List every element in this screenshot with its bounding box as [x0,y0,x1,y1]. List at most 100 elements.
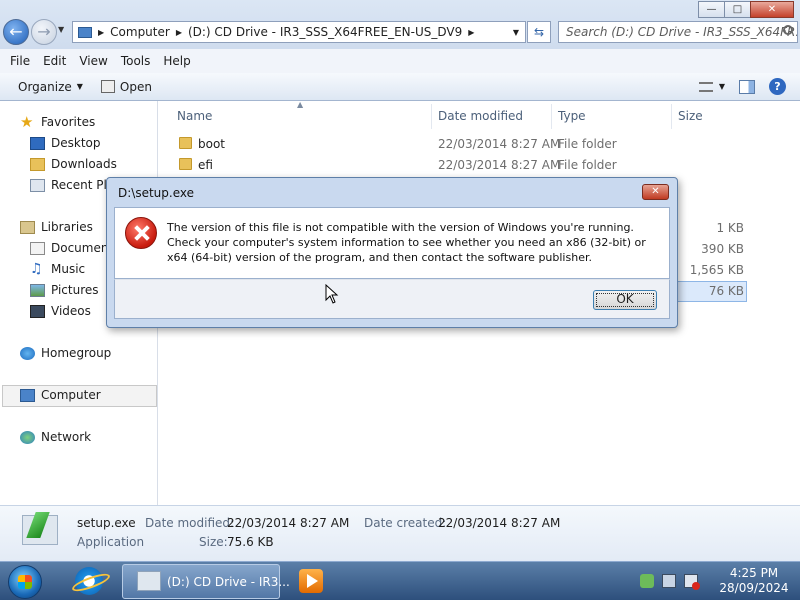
menu-tools[interactable]: Tools [121,54,151,68]
documents-icon [30,241,45,255]
setup-application-icon [22,515,58,545]
breadcrumb-cd-drive[interactable]: (D:) CD Drive - IR3_SSS_X64FREE_EN-US_DV… [188,25,462,39]
back-button[interactable]: ← [3,19,29,45]
nav-desktop[interactable]: Desktop [30,136,101,150]
details-date-modified-label: Date modified: [145,516,235,530]
arrow-left-icon: ← [9,22,23,41]
file-type: File folder [558,158,617,172]
refresh-button[interactable]: ⇆ [527,21,551,43]
menu-help[interactable]: Help [163,54,190,68]
open-button[interactable]: Open [100,80,152,94]
window-controls: — □ ✕ [698,1,794,18]
nav-pictures-label: Pictures [51,283,99,297]
close-button[interactable]: ✕ [750,1,794,18]
maximize-button[interactable]: □ [724,1,751,18]
media-player-icon [299,569,323,593]
column-name[interactable]: Name [177,109,212,123]
error-dialog: D:\setup.exe ✕ The version of this file … [106,177,678,328]
details-date-created: 22/03/2014 8:27 AM [438,516,561,530]
file-size: 76 KB [708,284,744,298]
details-size-label: Size: [199,535,228,549]
recent-places-icon [30,178,45,192]
taskbar-media-player[interactable] [295,564,329,599]
search-placeholder: Search (D:) CD Drive - IR3_SSS_X64FR... [566,25,798,39]
file-date: 22/03/2014 8:27 AM [438,158,561,172]
nav-favorites[interactable]: ★ Favorites [20,112,95,131]
taskbar-explorer-window[interactable]: (D:) CD Drive - IR3... [122,564,290,599]
forward-button[interactable]: → [31,19,57,45]
title-bar: — □ ✕ ← → ▼ ▶ Computer ▶ (D:) CD Drive -… [0,0,800,49]
nav-music-label: Music [51,262,86,276]
homegroup-icon [20,346,35,360]
change-view-button[interactable]: ▼ [698,81,725,92]
details-date-modified: 22/03/2014 8:27 AM [227,516,350,530]
taskbar: (D:) CD Drive - IR3... 4:25 PM 28/09/202… [0,561,800,600]
nav-network[interactable]: Network [20,430,91,444]
start-button[interactable] [8,565,42,599]
nav-libraries[interactable]: Libraries [20,220,93,234]
nav-videos[interactable]: Videos [30,304,91,318]
nav-music[interactable]: ♫ Music [30,262,86,277]
dialog-close-button[interactable]: ✕ [642,184,669,200]
dialog-message: The version of this file is not compatib… [167,221,646,264]
address-dropdown-icon[interactable]: ▼ [513,28,519,37]
column-type[interactable]: Type [558,109,586,123]
menu-file[interactable]: File [10,54,30,68]
nav-videos-label: Videos [51,304,91,318]
taskbar-explorer-label: (D:) CD Drive - IR3... [167,575,290,589]
chevron-right-icon[interactable]: ▶ [468,28,474,37]
command-bar: Organize ▼ Open ▼ ? [0,73,800,101]
chevron-right-icon[interactable]: ▶ [98,28,104,37]
ok-button[interactable]: OK [593,290,657,310]
nav-desktop-label: Desktop [51,136,101,150]
file-type: File folder [558,137,617,151]
folder-icon [179,137,192,149]
open-icon [100,80,115,93]
menu-bar: File Edit View Tools Help [0,49,800,73]
menu-view[interactable]: View [79,54,107,68]
minimize-button[interactable]: — [698,1,725,18]
column-divider[interactable] [431,104,432,129]
taskbar-internet-explorer[interactable] [70,564,110,599]
file-row[interactable]: boot 22/03/2014 8:27 AM File folder [159,134,800,155]
preview-pane-icon[interactable] [739,79,755,94]
search-input[interactable]: Search (D:) CD Drive - IR3_SSS_X64FR... [558,21,798,43]
recent-pages-dropdown[interactable]: ▼ [58,25,64,34]
nav-computer[interactable]: Computer [20,388,101,402]
file-row[interactable]: efi 22/03/2014 8:27 AM File folder [159,155,800,176]
column-divider[interactable] [671,104,672,129]
file-size: 1,565 KB [689,263,744,277]
network-status-icon[interactable] [662,574,676,588]
nav-homegroup[interactable]: Homegroup [20,346,111,360]
help-icon[interactable]: ? [769,78,786,95]
nav-pictures[interactable]: Pictures [30,283,99,297]
volume-muted-icon[interactable] [684,574,700,590]
nav-downloads[interactable]: Downloads [30,157,117,171]
breadcrumb-computer[interactable]: Computer [110,25,170,39]
menu-edit[interactable]: Edit [43,54,66,68]
chevron-right-icon[interactable]: ▶ [176,28,182,37]
column-size[interactable]: Size [678,109,703,123]
details-filename: setup.exe [77,516,136,530]
computer-icon [78,26,92,38]
dialog-footer: OK [114,279,670,319]
column-date[interactable]: Date modified [438,109,523,123]
address-bar[interactable]: ▶ Computer ▶ (D:) CD Drive - IR3_SSS_X64… [72,21,526,43]
file-date: 22/03/2014 8:27 AM [438,137,561,151]
column-divider[interactable] [551,104,552,129]
organize-label: Organize [18,79,72,94]
file-size: 390 KB [701,242,744,256]
clock[interactable]: 4:25 PM 28/09/2024 [712,566,796,596]
network-icon [20,430,35,444]
action-center-icon[interactable] [640,574,654,588]
file-name: boot [198,137,226,151]
chevron-down-icon: ▼ [718,82,725,91]
computer-icon [20,388,35,402]
view-options-icon [698,81,713,92]
error-icon [125,217,157,249]
setup-application-icon [137,571,161,591]
star-icon: ★ [20,112,34,131]
organize-button[interactable]: Organize ▼ [18,80,83,94]
videos-icon [30,304,45,318]
folder-icon [179,158,192,170]
